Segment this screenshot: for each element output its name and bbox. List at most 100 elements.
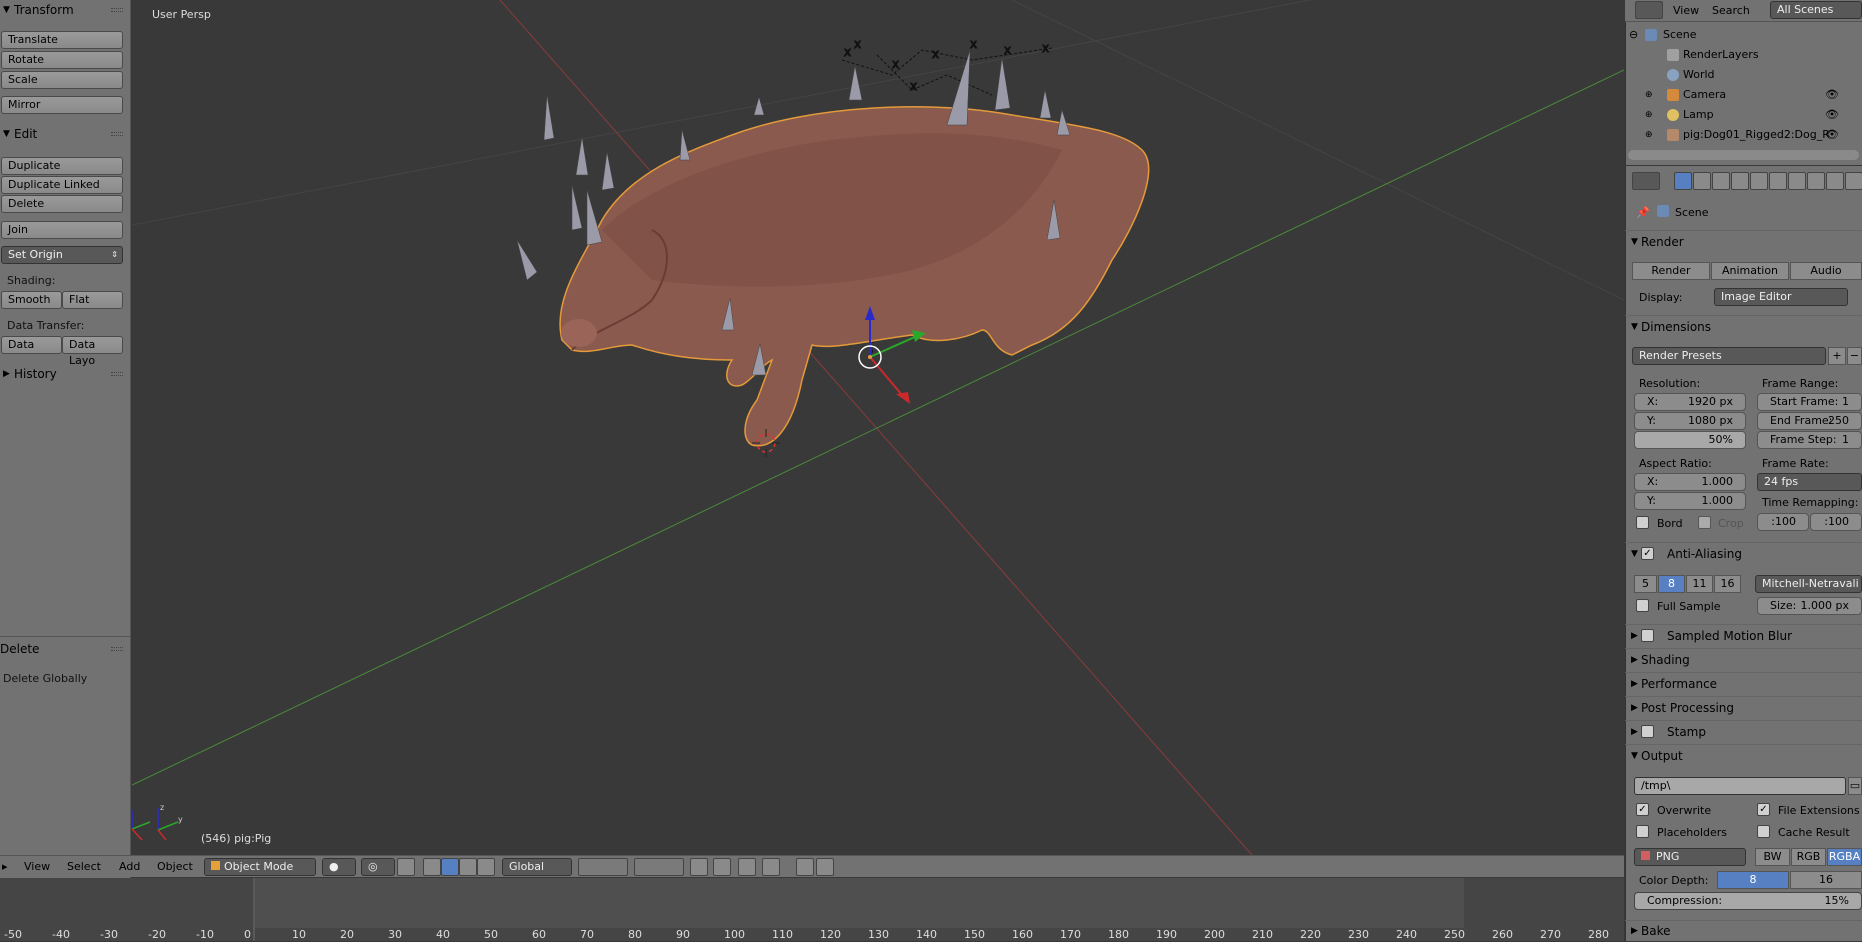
- snap-element-icon[interactable]: [762, 858, 780, 876]
- data-layout-button[interactable]: Data Layo: [62, 336, 123, 367]
- render-animation-icon[interactable]: [816, 858, 834, 876]
- layer-buttons-b[interactable]: [634, 858, 684, 876]
- menu-add[interactable]: Add: [119, 860, 140, 873]
- placeholders-checkbox[interactable]: [1636, 825, 1649, 838]
- outliner-item-pig[interactable]: ⊕ pig:Dog01_Rigged2:Dog_R 👁: [1625, 125, 1862, 145]
- animation-button[interactable]: Animation: [1711, 262, 1789, 280]
- flat-button[interactable]: Flat: [62, 291, 123, 309]
- border-checkbox[interactable]: [1636, 516, 1649, 529]
- frame-rate-dropdown[interactable]: 24 fps: [1757, 473, 1862, 491]
- outliner-item-scene[interactable]: ⊖ Scene: [1625, 25, 1862, 45]
- panel-dimensions-header[interactable]: ▼ Dimensions: [1625, 315, 1862, 337]
- drag-grip-icon[interactable]: [111, 132, 123, 136]
- tab-constraints-icon[interactable]: [1769, 172, 1787, 190]
- color-bw-button[interactable]: BW: [1755, 848, 1790, 866]
- aa-samples-11[interactable]: 11: [1686, 575, 1713, 593]
- panel-history-header[interactable]: ▶ History: [0, 364, 131, 384]
- drag-grip-icon[interactable]: [111, 8, 123, 12]
- rotate-button[interactable]: Rotate: [1, 51, 123, 69]
- set-origin-dropdown[interactable]: Set Origin ⇕: [1, 246, 123, 264]
- data-transfer-button[interactable]: Data: [1, 336, 62, 354]
- overwrite-checkbox[interactable]: ✓: [1636, 803, 1649, 816]
- visibility-eye-icon[interactable]: 👁: [1825, 85, 1839, 105]
- transform-orientation-icon[interactable]: [477, 858, 495, 876]
- resolution-y-field[interactable]: Y: 1080 px: [1634, 412, 1746, 430]
- panel-render-header[interactable]: ▼ Render: [1625, 230, 1862, 252]
- add-preset-button[interactable]: +: [1828, 347, 1846, 365]
- mirror-button[interactable]: Mirror: [1, 96, 123, 114]
- smooth-button[interactable]: Smooth: [1, 291, 62, 309]
- full-sample-checkbox[interactable]: [1636, 599, 1649, 612]
- display-dropdown[interactable]: Image Editor: [1714, 288, 1848, 306]
- render-opengl-icon[interactable]: [796, 858, 814, 876]
- outliner-item-renderlayers[interactable]: RenderLayers: [1625, 45, 1862, 65]
- start-frame-field[interactable]: Start Frame: 1: [1757, 393, 1862, 411]
- resolution-percentage-slider[interactable]: 50%: [1634, 431, 1746, 449]
- delete-button[interactable]: Delete: [1, 195, 123, 213]
- file-extensions-checkbox[interactable]: ✓: [1757, 803, 1770, 816]
- antialiasing-checkbox[interactable]: ✓: [1641, 547, 1654, 560]
- motion-blur-checkbox[interactable]: [1641, 629, 1654, 642]
- render-button[interactable]: Render: [1632, 262, 1710, 280]
- outliner-item-lamp[interactable]: ⊕ Lamp 👁: [1625, 105, 1862, 125]
- snap-icon[interactable]: [738, 858, 756, 876]
- end-frame-field[interactable]: End Frame: 250: [1757, 412, 1862, 430]
- orientation-dropdown[interactable]: Global: [502, 858, 572, 876]
- delete-globally-option[interactable]: Delete Globally: [3, 672, 87, 685]
- outliner-editor-type-icon[interactable]: [1635, 1, 1663, 19]
- join-button[interactable]: Join: [1, 221, 123, 239]
- frame-step-field[interactable]: Frame Step: 1: [1757, 431, 1862, 449]
- duplicate-button[interactable]: Duplicate: [1, 157, 123, 175]
- render-presets-dropdown[interactable]: Render Presets: [1632, 347, 1826, 365]
- stamp-checkbox[interactable]: [1641, 725, 1654, 738]
- tab-material-icon[interactable]: [1826, 172, 1844, 190]
- output-path-field[interactable]: /tmp\: [1634, 777, 1846, 795]
- cache-result-checkbox[interactable]: [1757, 825, 1770, 838]
- visibility-eye-icon[interactable]: 👁: [1825, 105, 1839, 125]
- tab-texture-icon[interactable]: [1845, 172, 1862, 190]
- tab-data-icon[interactable]: [1807, 172, 1825, 190]
- color-rgba-button[interactable]: RGBA: [1827, 848, 1862, 866]
- folder-browse-icon[interactable]: ▭: [1848, 777, 1862, 795]
- aspect-x-field[interactable]: X: 1.000: [1634, 473, 1746, 491]
- outliner-display-dropdown[interactable]: All Scenes: [1770, 1, 1862, 19]
- pin-icon[interactable]: 📌: [1636, 206, 1650, 219]
- panel-post-processing-header[interactable]: ▶ Post Processing: [1625, 696, 1862, 718]
- aa-samples-8[interactable]: 8: [1658, 575, 1685, 593]
- scale-button[interactable]: Scale: [1, 71, 123, 89]
- crop-checkbox[interactable]: [1698, 516, 1711, 529]
- pivot-point-dropdown[interactable]: ◎: [361, 858, 395, 876]
- outliner-menu-search[interactable]: Search: [1712, 4, 1750, 17]
- menu-select[interactable]: Select: [67, 860, 101, 873]
- time-remap-new-field[interactable]: :100: [1810, 513, 1862, 531]
- proportional-edit-icon[interactable]: [713, 858, 731, 876]
- drag-grip-icon[interactable]: [111, 372, 123, 376]
- panel-transform-header[interactable]: ▼ Transform: [0, 0, 131, 20]
- aa-samples-16[interactable]: 16: [1714, 575, 1741, 593]
- panel-edit-header[interactable]: ▼ Edit: [0, 124, 131, 144]
- outliner-item-world[interactable]: World: [1625, 65, 1862, 85]
- mode-dropdown[interactable]: Object Mode: [204, 858, 316, 876]
- panel-shading-header[interactable]: ▶ Shading: [1625, 648, 1862, 670]
- tab-render-layers-icon[interactable]: [1693, 172, 1711, 190]
- audio-button[interactable]: Audio: [1790, 262, 1862, 280]
- tab-modifiers-icon[interactable]: [1788, 172, 1806, 190]
- compression-slider[interactable]: Compression: 15%: [1634, 892, 1862, 910]
- aa-filter-dropdown[interactable]: Mitchell-Netravali: [1755, 575, 1862, 593]
- menu-view[interactable]: View: [24, 860, 50, 873]
- aa-samples-5[interactable]: 5: [1634, 575, 1657, 593]
- lock-layers-icon[interactable]: [690, 858, 708, 876]
- aspect-y-field[interactable]: Y: 1.000: [1634, 492, 1746, 510]
- viewport-shading-dropdown[interactable]: ●: [322, 858, 356, 876]
- panel-stamp-header[interactable]: ▶ Stamp: [1625, 720, 1862, 742]
- panel-motion-blur-header[interactable]: ▶ Sampled Motion Blur: [1625, 624, 1862, 646]
- filter-size-field[interactable]: Size: 1.000 px: [1757, 597, 1862, 615]
- outliner-item-camera[interactable]: ⊕ Camera 👁: [1625, 85, 1862, 105]
- translate-manipulator-icon[interactable]: [423, 858, 441, 876]
- visibility-eye-icon[interactable]: 👁: [1825, 125, 1839, 145]
- remove-preset-button[interactable]: −: [1847, 347, 1862, 365]
- editor-type-icon[interactable]: ▸: [2, 860, 8, 873]
- panel-antialiasing-header[interactable]: ▼ ✓ Anti-Aliasing: [1625, 542, 1862, 564]
- manipulator-toggle-icon[interactable]: [397, 858, 415, 876]
- menu-object[interactable]: Object: [157, 860, 193, 873]
